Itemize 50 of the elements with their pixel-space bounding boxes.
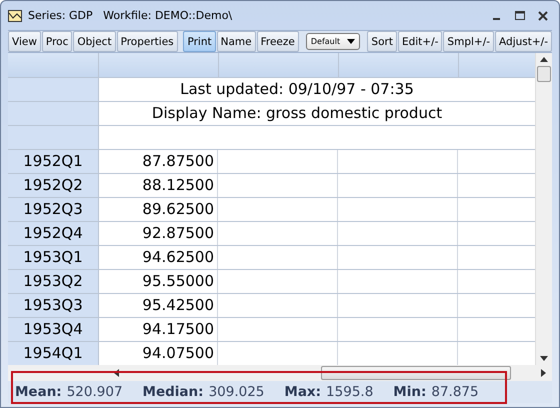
vertical-scrollbar[interactable] (535, 53, 552, 365)
stat-value: 309.025 (208, 384, 264, 400)
stat-label: Median: (142, 384, 204, 400)
row-header: 1952Q3 (8, 198, 99, 221)
row-header: 1953Q1 (8, 246, 99, 269)
row-header: 1952Q4 (8, 222, 99, 245)
caret-icon (347, 39, 356, 44)
table-cell: 87.87500 (99, 150, 218, 173)
stat-label: Mean: (15, 384, 62, 400)
table-cell: 89.62500 (99, 198, 218, 221)
toolbar-button[interactable]: Smpl+/- (443, 31, 494, 52)
view-dropdown[interactable]: Default (306, 33, 360, 50)
row-header: 1952Q1 (8, 150, 99, 173)
scroll-up-icon[interactable] (540, 57, 548, 62)
toolbar-button[interactable]: Edit+/- (398, 31, 442, 52)
scroll-left-icon[interactable] (114, 369, 119, 377)
close-icon[interactable] (538, 10, 548, 20)
stat-value: 87.875 (431, 384, 479, 400)
toolbar-button[interactable]: Freeze (256, 31, 299, 52)
stat-value: 1595.8 (326, 384, 374, 400)
info-text: Last updated: 09/10/97 - 07:35 (180, 80, 414, 98)
toolbar-button[interactable]: Object (73, 31, 116, 52)
table-cell: 92.87500 (99, 222, 218, 245)
table-cell: 88.12500 (99, 174, 218, 197)
toolbar-button[interactable]: Sort (367, 31, 397, 52)
stat-label: Max: (284, 384, 322, 400)
row-header: 1953Q2 (8, 270, 99, 293)
scroll-right-icon[interactable] (541, 369, 546, 377)
maximize-icon[interactable] (515, 10, 525, 20)
table-cell: 95.55000 (99, 270, 218, 293)
table-cell: 94.62500 (99, 246, 218, 269)
toolbar-button[interactable]: Name (216, 31, 256, 52)
table-cell: 94.17500 (99, 318, 218, 341)
stat-value: 520.907 (66, 384, 123, 400)
scroll-thumb[interactable] (537, 66, 551, 82)
toolbar-button[interactable]: Proc (42, 31, 72, 52)
toolbar-button[interactable]: Print (183, 31, 216, 52)
toolbar-button[interactable]: Adjust+/- (495, 31, 552, 52)
toolbar-button[interactable]: Properties (116, 31, 178, 52)
table-cell: 95.42500 (99, 294, 218, 317)
row-header: 1953Q3 (8, 294, 99, 317)
row-header: 1953Q4 (8, 318, 99, 341)
stat-label: Min: (393, 384, 426, 400)
scroll-down-icon[interactable] (540, 356, 548, 361)
row-header: 1954Q1 (8, 342, 99, 365)
window-title: Series: GDP Workfile: DEMO::Demo\ (28, 9, 232, 22)
info-text: Display Name: gross domestic product (152, 104, 442, 122)
chart-icon (8, 10, 22, 22)
toolbar-button[interactable]: View (8, 31, 41, 52)
row-header: 1952Q2 (8, 174, 99, 197)
